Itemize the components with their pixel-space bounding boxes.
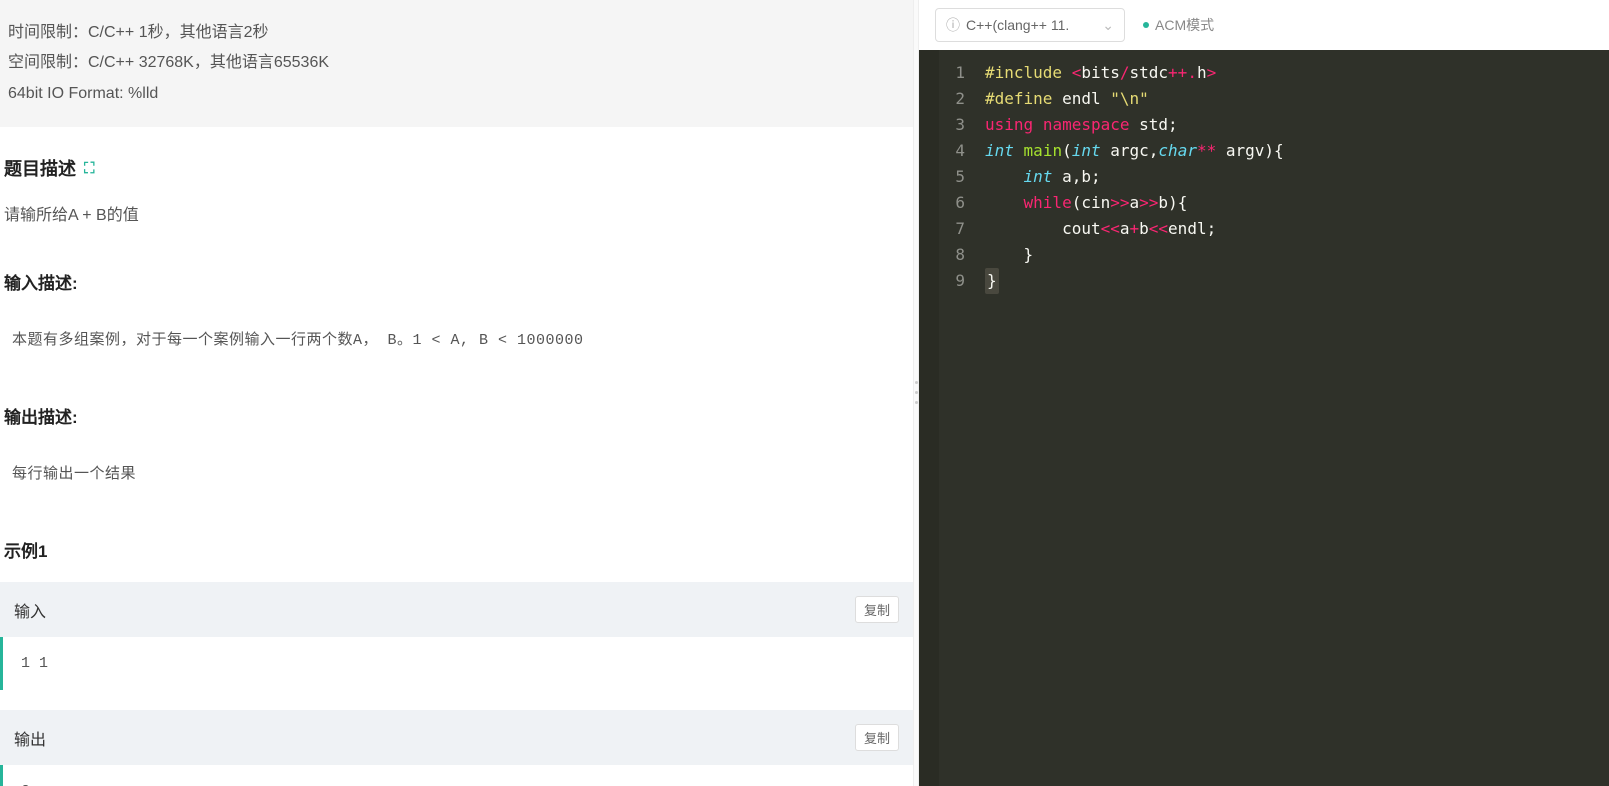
- line-number: 4: [945, 138, 965, 164]
- input-description: 本题有多组案例，对于每一个案例输入一行两个数A， B。1 < A, B < 10…: [0, 308, 913, 369]
- example-input-label: 输入: [14, 598, 46, 622]
- editor-toolbar: ⓘ C++(clang++ 11. ⌄ ACM模式: [919, 0, 1609, 50]
- time-limit-text: 时间限制：C/C++ 1秒，其他语言2秒: [8, 18, 905, 48]
- mode-label-text: ACM模式: [1155, 15, 1214, 35]
- example-input-content: 1 1: [0, 637, 913, 690]
- info-icon: ⓘ: [946, 15, 960, 35]
- line-number: 1: [945, 60, 965, 86]
- constraints-box: 时间限制：C/C++ 1秒，其他语言2秒 空间限制：C/C++ 32768K，其…: [0, 0, 913, 127]
- copy-input-button[interactable]: 复制: [855, 596, 899, 623]
- problem-panel: 时间限制：C/C++ 1秒，其他语言2秒 空间限制：C/C++ 32768K，其…: [0, 0, 913, 786]
- line-number: 7: [945, 216, 965, 242]
- line-number-gutter: 123456789: [939, 50, 975, 786]
- code-line[interactable]: int a,b;: [985, 164, 1599, 190]
- code-line[interactable]: using namespace std;: [985, 112, 1599, 138]
- code-content[interactable]: #include <bits/stdc++.h>#define endl "\n…: [975, 50, 1609, 786]
- copy-output-button[interactable]: 复制: [855, 724, 899, 751]
- code-line[interactable]: }: [985, 268, 1599, 294]
- panel-divider[interactable]: [913, 0, 919, 786]
- input-heading: 输入描述:: [0, 269, 913, 294]
- line-number: 2: [945, 86, 965, 112]
- problem-heading: 题目描述 ⛶: [0, 155, 913, 181]
- line-number: 6: [945, 190, 965, 216]
- space-limit-text: 空间限制：C/C++ 32768K，其他语言65536K: [8, 48, 905, 78]
- language-label: C++(clang++ 11.: [966, 17, 1069, 33]
- line-number: 9: [945, 268, 965, 294]
- editor-panel: ⓘ C++(clang++ 11. ⌄ ACM模式 123456789 #inc…: [919, 0, 1609, 786]
- io-format-text: 64bit IO Format: %lld: [8, 79, 905, 109]
- example-input-block: 输入 复制 1 1: [0, 582, 913, 690]
- expand-icon[interactable]: ⛶: [84, 160, 95, 177]
- example-output-content: 2: [0, 765, 913, 786]
- output-description: 每行输出一个结果: [0, 442, 913, 503]
- chevron-down-icon: ⌄: [1102, 17, 1114, 34]
- code-editor[interactable]: 123456789 #include <bits/stdc++.h>#defin…: [919, 50, 1609, 786]
- output-heading: 输出描述:: [0, 403, 913, 428]
- example-heading: 示例1: [0, 537, 913, 562]
- code-line[interactable]: }: [985, 242, 1599, 268]
- example-output-block: 输出 复制 2: [0, 710, 913, 786]
- code-line[interactable]: while(cin>>a>>b){: [985, 190, 1599, 216]
- line-number: 5: [945, 164, 965, 190]
- language-select[interactable]: ⓘ C++(clang++ 11. ⌄: [935, 8, 1125, 42]
- code-line[interactable]: #define endl "\n": [985, 86, 1599, 112]
- line-number: 3: [945, 112, 965, 138]
- divider-handle-icon: [915, 377, 919, 407]
- status-dot-icon: [1143, 22, 1149, 28]
- example-output-label: 输出: [14, 726, 46, 750]
- problem-statement: 请输所给A + B的值: [0, 181, 913, 235]
- code-line[interactable]: int main(int argc,char** argv){: [985, 138, 1599, 164]
- problem-heading-label: 题目描述: [4, 155, 76, 181]
- example-input-header: 输入 复制: [0, 582, 913, 637]
- code-line[interactable]: cout<<a+b<<endl;: [985, 216, 1599, 242]
- breakpoint-gutter[interactable]: [919, 50, 939, 786]
- code-line[interactable]: #include <bits/stdc++.h>: [985, 60, 1599, 86]
- example-output-header: 输出 复制: [0, 710, 913, 765]
- line-number: 8: [945, 242, 965, 268]
- mode-indicator: ACM模式: [1143, 15, 1214, 35]
